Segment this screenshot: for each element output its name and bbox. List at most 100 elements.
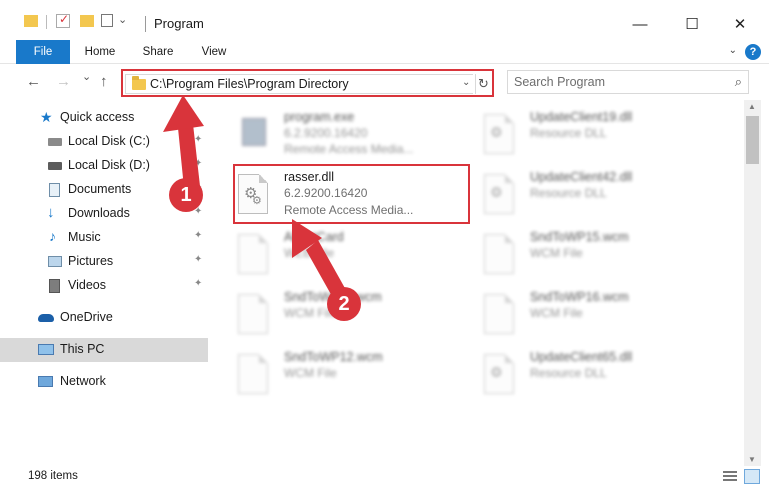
drive-icon — [48, 138, 62, 146]
tab-share[interactable]: Share — [136, 40, 180, 64]
sidebar-item-label: Network — [60, 374, 106, 388]
pin-icon[interactable]: ✦ — [194, 230, 202, 241]
file-name: UpdateClient65.dll — [530, 350, 633, 364]
tiles-view-icon[interactable] — [744, 469, 760, 484]
tab-file[interactable]: File — [16, 40, 70, 64]
file-item[interactable]: SndToWP15.wcm WCM File — [482, 228, 718, 286]
dll-gear-icon: ⚙ — [482, 352, 516, 394]
navigation-pane: ★ Quick access Local Disk (C:) ✦ Local D… — [0, 100, 210, 466]
customize-toolbar-icon[interactable] — [101, 14, 113, 27]
ribbon: File Home Share View ⌄ ? — [0, 40, 769, 64]
annotation-badge-1: 1 — [169, 178, 203, 212]
file-name: SndToWP12.wcm — [284, 350, 383, 364]
sidebar-item-this-pc[interactable]: This PC — [0, 338, 208, 362]
scroll-up-icon[interactable]: ▲ — [748, 102, 756, 111]
sidebar-item-onedrive[interactable]: OneDrive — [0, 306, 208, 330]
refresh-icon[interactable]: ↻ — [475, 74, 491, 94]
search-input[interactable] — [514, 74, 719, 90]
folder-icon[interactable] — [24, 15, 38, 27]
address-bar[interactable]: C:\Program Files\Program Directory ⌄ ↻ — [121, 69, 494, 97]
file-version: 6.2.9200.16420 — [284, 126, 368, 140]
pin-icon[interactable]: ✦ — [194, 254, 202, 265]
file-item[interactable]: SndToWP16.wcm WCM File — [482, 288, 718, 346]
sidebar-item-quick-access[interactable]: ★ Quick access — [0, 106, 208, 130]
forward-button[interactable]: → — [56, 73, 71, 90]
pin-icon[interactable]: ✦ — [194, 278, 202, 289]
address-path[interactable]: C:\Program Files\Program Directory — [150, 77, 349, 91]
back-button[interactable]: ← — [26, 73, 41, 90]
file-name: UpdateClient42.dll — [530, 170, 633, 184]
sidebar-item-label: Music — [68, 230, 101, 244]
address-field[interactable]: C:\Program Files\Program Directory ⌄ — [125, 74, 473, 94]
details-view-icon[interactable] — [723, 470, 737, 483]
status-bar: 198 items — [0, 466, 769, 502]
sidebar-item-label: OneDrive — [60, 310, 113, 324]
drive-icon — [48, 162, 62, 170]
file-name: AboutCard — [284, 230, 344, 244]
file-name: SndToWP15.wcm — [530, 230, 629, 244]
recent-locations-button[interactable]: ⌄ — [82, 70, 91, 83]
file-list: program.exe 6.2.9200.16420 Remote Access… — [210, 100, 744, 466]
exe-icon — [236, 112, 270, 154]
sidebar-item-label: Downloads — [68, 206, 130, 220]
up-button[interactable]: ↑ — [100, 73, 108, 90]
file-name: program.exe — [284, 110, 355, 124]
tab-home[interactable]: Home — [78, 40, 122, 64]
pin-icon[interactable]: ✦ — [194, 158, 202, 169]
search-box[interactable]: ⌕ — [507, 70, 749, 94]
file-item[interactable]: program.exe 6.2.9200.16420 Remote Access… — [236, 108, 472, 166]
vertical-scrollbar[interactable]: ▲ ▼ — [744, 100, 761, 466]
sidebar-item-local-disk-d[interactable]: Local Disk (D:) ✦ — [0, 154, 208, 178]
sidebar-item-label: Documents — [68, 182, 132, 196]
file-type: Resource DLL — [530, 366, 607, 380]
chevron-down-icon[interactable]: ⌄ — [118, 13, 127, 26]
document-icon — [236, 232, 270, 274]
sidebar-item-network[interactable]: Network — [0, 370, 208, 394]
file-item[interactable]: ⚙ UpdateClient19.dll Resource DLL — [482, 108, 718, 166]
download-icon: ↓ — [47, 204, 55, 221]
minimize-button[interactable]: — — [620, 10, 660, 38]
file-name: UpdateClient19.dll — [530, 110, 633, 124]
chevron-down-icon[interactable]: ⌄ — [462, 77, 470, 88]
sidebar-item-label: Local Disk (C:) — [68, 134, 150, 148]
maximize-button[interactable]: ☐ — [672, 10, 712, 38]
new-folder-icon[interactable] — [80, 15, 94, 27]
properties-icon[interactable]: ✓ — [56, 12, 70, 28]
pin-icon[interactable]: ✦ — [194, 134, 202, 145]
sidebar-item-music[interactable]: ♪ Music ✦ — [0, 226, 208, 250]
pictures-icon — [48, 256, 62, 267]
sidebar-item-label: Pictures — [68, 254, 114, 268]
tab-view[interactable]: View — [194, 40, 234, 64]
dll-gear-icon: ⚙ — [482, 172, 516, 214]
videos-icon — [49, 279, 60, 293]
window-title: Program — [154, 16, 204, 31]
sidebar-item-label: Videos — [68, 278, 106, 292]
file-type: WCM File — [284, 366, 337, 380]
file-description: Remote Access Media... — [284, 142, 414, 156]
network-icon — [38, 376, 53, 387]
close-icon: ✕ — [733, 16, 747, 33]
file-type: WCM File — [530, 246, 583, 260]
sidebar-item-pictures[interactable]: Pictures ✦ — [0, 250, 208, 274]
sidebar-item-label: Quick access — [60, 110, 135, 124]
checkmark-icon: ✓ — [59, 12, 70, 26]
file-type: Resource DLL — [530, 186, 607, 200]
file-item[interactable]: SndToWP12.wcm WCM File — [236, 348, 472, 406]
search-icon[interactable]: ⌕ — [735, 74, 742, 90]
collapse-ribbon-icon[interactable]: ⌄ — [729, 45, 737, 56]
file-item[interactable]: ⚙ UpdateClient42.dll Resource DLL — [482, 168, 718, 226]
sidebar-item-videos[interactable]: Videos ✦ — [0, 274, 208, 298]
sidebar-item-local-disk-c[interactable]: Local Disk (C:) ✦ — [0, 130, 208, 154]
file-item[interactable]: ⚙ UpdateClient65.dll Resource DLL — [482, 348, 718, 406]
help-icon[interactable]: ? — [745, 44, 761, 60]
cloud-icon — [38, 314, 54, 322]
file-type: WCM File — [530, 306, 583, 320]
item-count: 198 items — [28, 470, 78, 482]
documents-icon — [49, 183, 60, 197]
file-item[interactable]: AboutCard WEB File — [236, 228, 472, 286]
star-icon: ★ — [40, 109, 53, 125]
scroll-thumb[interactable] — [746, 116, 759, 164]
dll-gear-icon: ⚙ — [482, 112, 516, 154]
scroll-down-icon[interactable]: ▼ — [748, 455, 756, 464]
close-button[interactable]: ✕ — [720, 10, 760, 38]
